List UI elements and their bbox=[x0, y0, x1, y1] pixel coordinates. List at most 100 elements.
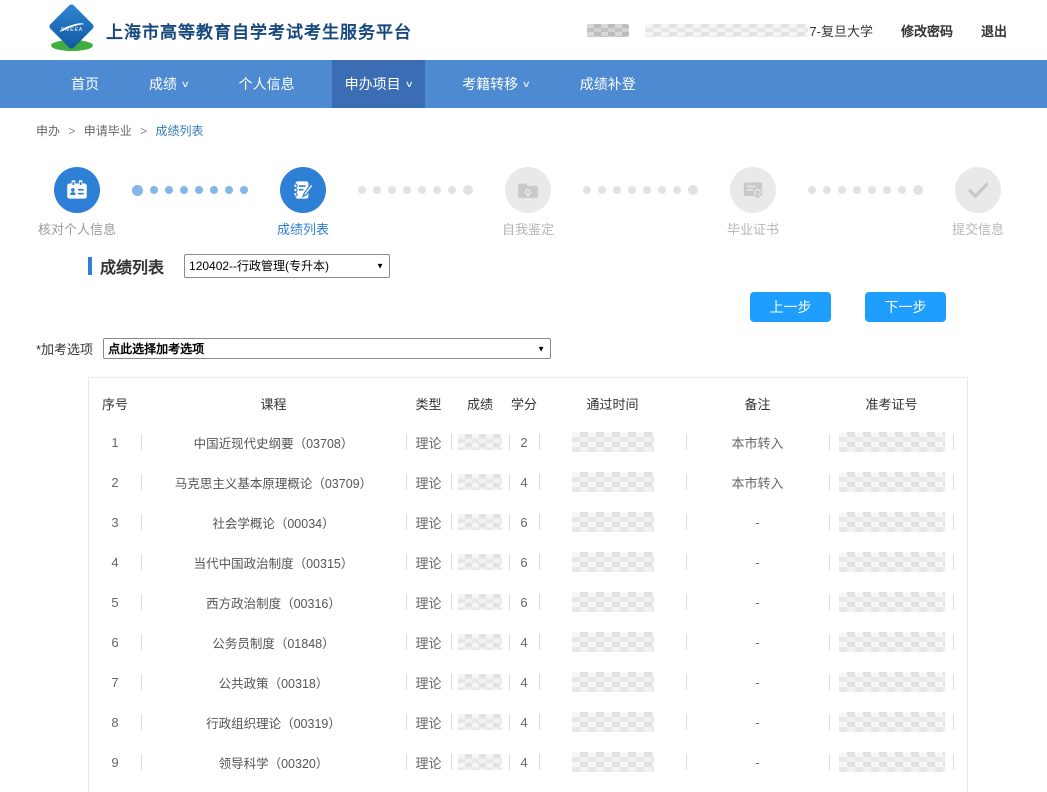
extra-exam-option-select[interactable]: 点此选择加考选项 bbox=[103, 338, 551, 359]
redacted-pass-time-value bbox=[572, 472, 654, 492]
nav-item-home[interactable]: 首页 bbox=[58, 60, 112, 108]
breadcrumb-separator: > bbox=[140, 124, 147, 138]
cell-type: 理论 bbox=[406, 662, 451, 702]
app-header: SMEEA 上海市高等教育自学考试考生服务平台 7-复旦大学 修改密码 退出 bbox=[0, 0, 1047, 60]
user-area: 7-复旦大学 修改密码 退出 bbox=[587, 21, 1007, 40]
certificate-icon bbox=[730, 167, 776, 213]
redacted-score-value bbox=[458, 754, 502, 770]
cell-no: 8 bbox=[89, 702, 141, 742]
cell-ticket-no bbox=[829, 542, 954, 582]
redacted-score-value bbox=[458, 634, 502, 650]
smeea-logo: SMEEA bbox=[48, 5, 96, 55]
cell-type: 理论 bbox=[406, 462, 451, 502]
column-header-pass-time: 通过时间 bbox=[539, 384, 686, 422]
breadcrumb-item-graduation[interactable]: 申请毕业 bbox=[84, 124, 132, 138]
step-label: 自我鉴定 bbox=[502, 222, 554, 238]
cell-ticket-no bbox=[829, 462, 954, 502]
redacted-ticket-no-value bbox=[839, 472, 945, 492]
step-label: 核对个人信息 bbox=[38, 222, 116, 238]
step-verify-personal-info: 核对个人信息 bbox=[38, 167, 116, 238]
cell-credit: 6 bbox=[509, 502, 539, 542]
table-row: 8 行政组织理论（00319） 理论 4 - bbox=[89, 702, 967, 742]
column-header-remark: 备注 bbox=[686, 384, 829, 422]
score-list-section-header: 成绩列表 120402--行政管理(专升本) ▼ bbox=[88, 254, 1047, 278]
cell-remark: - bbox=[686, 742, 829, 782]
cell-pass-time bbox=[539, 742, 686, 782]
nav-item-personal-info[interactable]: 个人信息 bbox=[226, 60, 308, 108]
cell-no: 4 bbox=[89, 542, 141, 582]
cell-no: 6 bbox=[89, 622, 141, 662]
nav-label: 成绩补登 bbox=[580, 74, 636, 94]
redacted-pass-time-value bbox=[572, 632, 654, 652]
redacted-pass-time-value bbox=[572, 752, 654, 772]
nav-label: 申办项目 bbox=[345, 74, 401, 94]
redacted-user-id bbox=[645, 24, 808, 37]
cell-score bbox=[451, 742, 509, 782]
cell-credit: 6 bbox=[509, 582, 539, 622]
cell-pass-time bbox=[539, 662, 686, 702]
cell-course: 公务员制度（01848） bbox=[141, 622, 406, 662]
nav-item-registry-transfer[interactable]: 考籍转移 ∨ bbox=[449, 60, 543, 108]
step-progress-dots bbox=[342, 167, 489, 213]
nav-item-scores[interactable]: 成绩 ∨ bbox=[136, 60, 202, 108]
cell-pass-time bbox=[539, 582, 686, 622]
table-row: 3 社会学概论（00034） 理论 6 - bbox=[89, 502, 967, 542]
table-body: 1 中国近现代史纲要（03708） 理论 2 本市转入 2 马克思主义基本原理概… bbox=[89, 422, 967, 782]
next-step-button[interactable]: 下一步 bbox=[865, 292, 946, 322]
redacted-score-value bbox=[458, 594, 502, 610]
cell-credit: 6 bbox=[509, 542, 539, 582]
section-title: 成绩列表 bbox=[100, 254, 164, 278]
table-row: 9 领导科学（00320） 理论 4 - bbox=[89, 742, 967, 782]
cell-course: 马克思主义基本原理概论（03709） bbox=[141, 462, 406, 502]
page-title: 上海市高等教育自学考试考生服务平台 bbox=[106, 18, 412, 43]
wizard-buttons: 上一步 下一步 bbox=[0, 292, 1047, 322]
extra-exam-option-select-wrap: 点此选择加考选项 ▼ bbox=[103, 338, 551, 359]
change-password-link[interactable]: 修改密码 bbox=[901, 21, 953, 40]
logo-text: SMEEA bbox=[48, 27, 96, 33]
cell-course: 当代中国政治制度（00315） bbox=[141, 542, 406, 582]
column-header-no: 序号 bbox=[89, 384, 141, 422]
cell-pass-time bbox=[539, 622, 686, 662]
cell-score bbox=[451, 422, 509, 462]
cell-score bbox=[451, 462, 509, 502]
previous-step-button[interactable]: 上一步 bbox=[750, 292, 831, 322]
step-diploma: 毕业证书 bbox=[714, 167, 792, 238]
redacted-pass-time-value bbox=[572, 672, 654, 692]
id-card-icon bbox=[54, 167, 100, 213]
cell-ticket-no bbox=[829, 742, 954, 782]
cell-type: 理论 bbox=[406, 542, 451, 582]
cell-pass-time bbox=[539, 542, 686, 582]
major-select-wrap: 120402--行政管理(专升本) ▼ bbox=[184, 254, 390, 278]
cell-course: 社会学概论（00034） bbox=[141, 502, 406, 542]
cell-ticket-no bbox=[829, 502, 954, 542]
table-row: 4 当代中国政治制度（00315） 理论 6 - bbox=[89, 542, 967, 582]
nav-item-application[interactable]: 申办项目 ∨ bbox=[332, 60, 426, 108]
redacted-ticket-no-value bbox=[839, 512, 945, 532]
nav-label: 考籍转移 bbox=[462, 74, 518, 94]
cell-ticket-no bbox=[829, 622, 954, 662]
section-accent-bar bbox=[88, 257, 92, 275]
score-table-card: 序号 课程 类型 成绩 学分 通过时间 备注 准考证号 1 中国近现代史纲要（0… bbox=[88, 377, 968, 792]
breadcrumb-item-apply[interactable]: 申办 bbox=[36, 124, 60, 138]
cell-course: 行政组织理论（00319） bbox=[141, 702, 406, 742]
cell-score bbox=[451, 702, 509, 742]
cell-course: 公共政策（00318） bbox=[141, 662, 406, 702]
major-select[interactable]: 120402--行政管理(专升本) bbox=[184, 254, 390, 278]
redacted-score-value bbox=[458, 674, 502, 690]
cell-pass-time bbox=[539, 702, 686, 742]
nav-item-score-supplement[interactable]: 成绩补登 bbox=[567, 60, 649, 108]
redacted-ticket-no-value bbox=[839, 432, 945, 452]
cell-type: 理论 bbox=[406, 702, 451, 742]
breadcrumb: 申办 > 申请毕业 > 成绩列表 bbox=[0, 108, 1047, 139]
cell-type: 理论 bbox=[406, 502, 451, 542]
cell-ticket-no bbox=[829, 422, 954, 462]
step-label: 毕业证书 bbox=[727, 222, 779, 238]
redacted-ticket-no-value bbox=[839, 592, 945, 612]
extra-exam-option-label: *加考选项 bbox=[36, 339, 93, 358]
redacted-pass-time-value bbox=[572, 592, 654, 612]
redacted-score-value bbox=[458, 474, 502, 490]
table-row: 5 西方政治制度（00316） 理论 6 - bbox=[89, 582, 967, 622]
step-submit-info: 提交信息 bbox=[939, 167, 1017, 238]
logout-link[interactable]: 退出 bbox=[981, 21, 1007, 40]
cell-pass-time bbox=[539, 502, 686, 542]
